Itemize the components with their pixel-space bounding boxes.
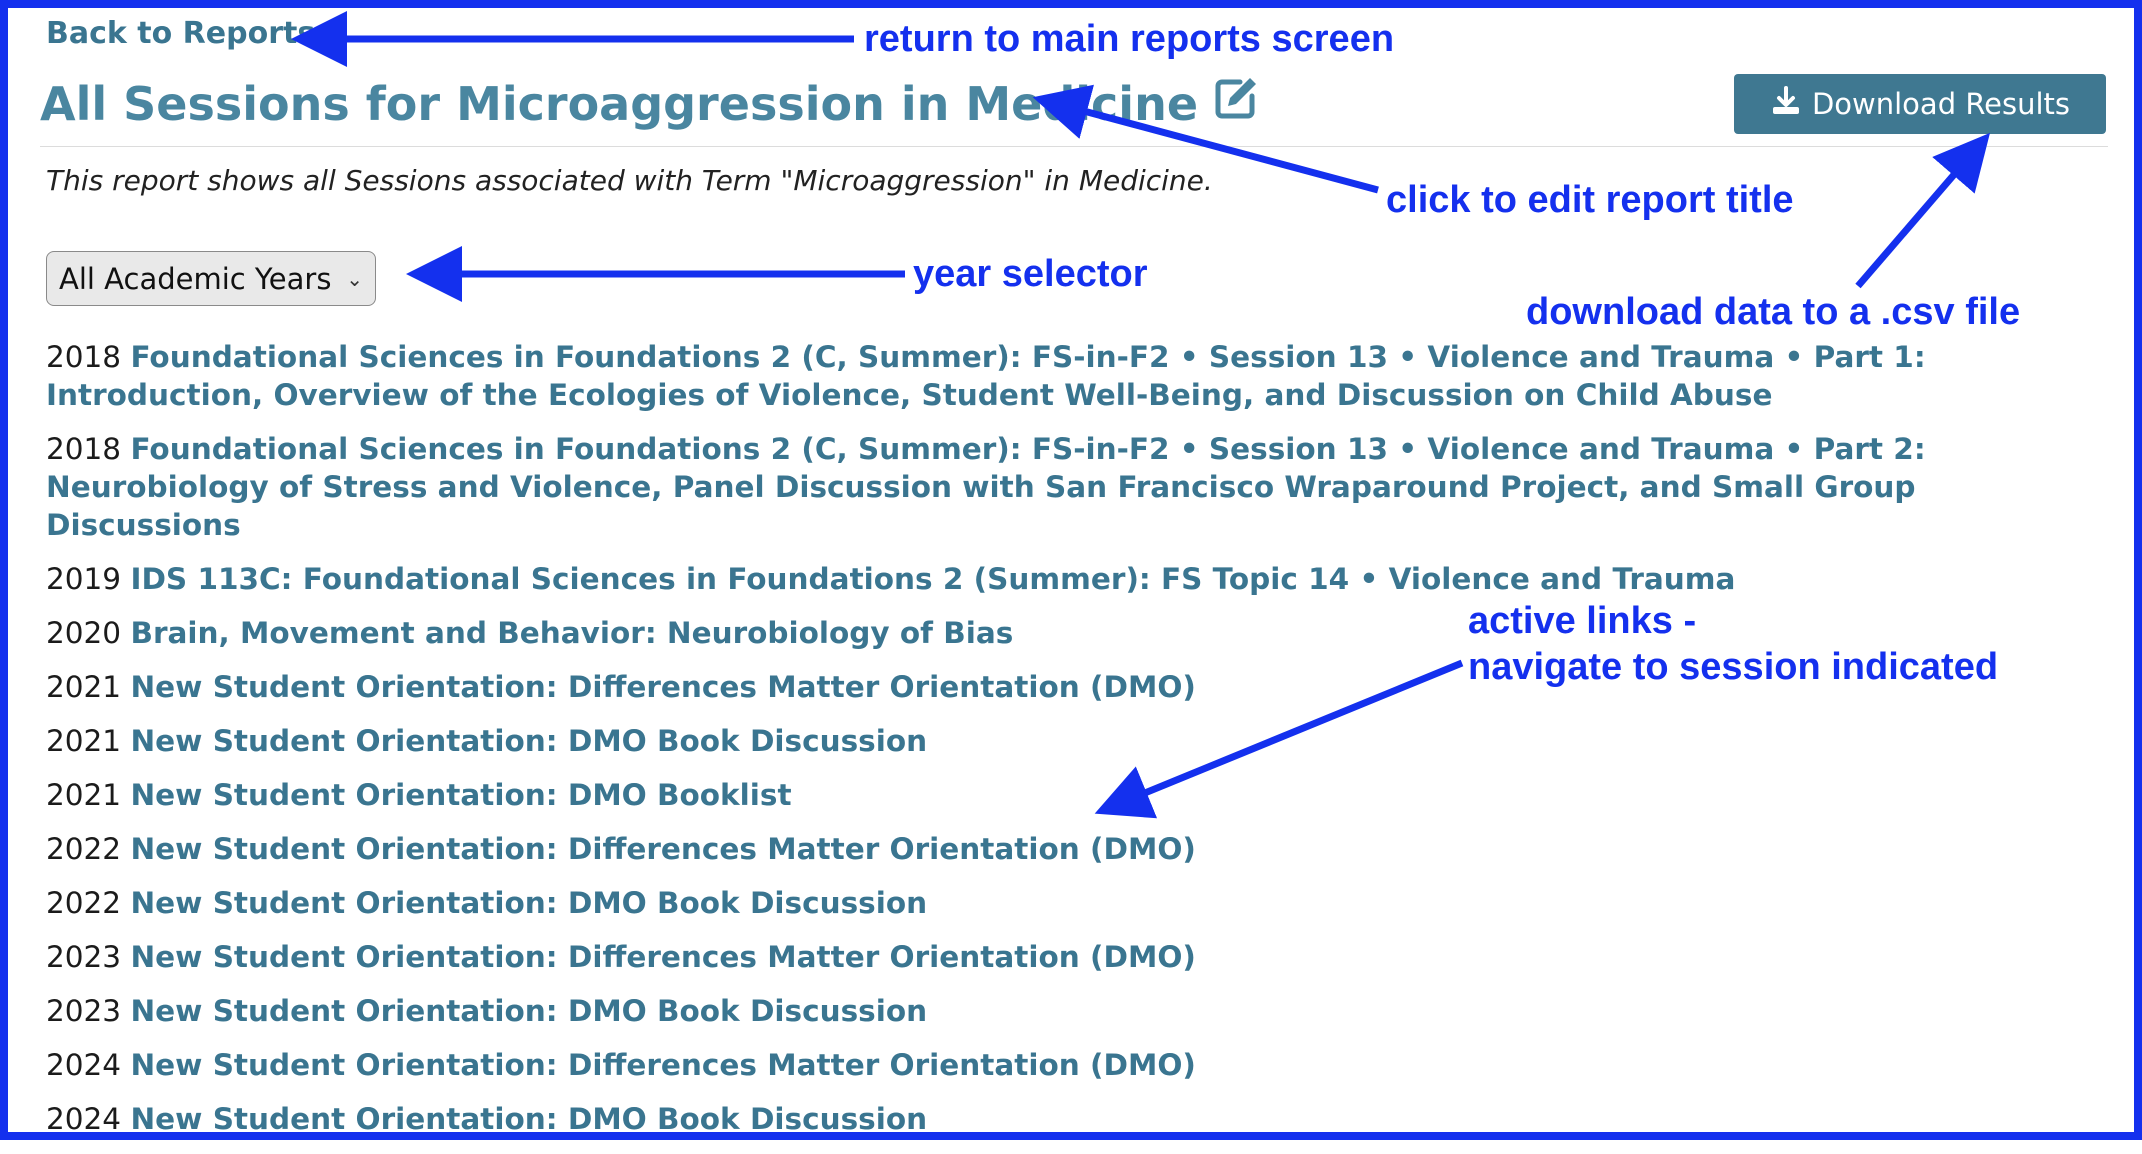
session-year: 2021: [46, 724, 122, 758]
session-link[interactable]: New Student Orientation: DMO Book Discus…: [130, 1102, 927, 1136]
session-list: 2018 Foundational Sciences in Foundation…: [46, 338, 2116, 1154]
session-link[interactable]: Foundational Sciences in Foundations 2 (…: [46, 340, 1926, 412]
session-link[interactable]: New Student Orientation: Differences Mat…: [130, 940, 1195, 974]
session-item: 2022 New Student Orientation: DMO Book D…: [46, 884, 2116, 922]
page-title: All Sessions for Microaggression in Medi…: [40, 74, 1260, 133]
session-link[interactable]: New Student Orientation: Differences Mat…: [130, 1048, 1195, 1082]
year-selector-value: All Academic Years: [59, 261, 332, 296]
session-item: 2024 New Student Orientation: DMO Book D…: [46, 1100, 2116, 1138]
session-link[interactable]: New Student Orientation: Differences Mat…: [130, 832, 1195, 866]
session-year: 2021: [46, 670, 122, 704]
page-title-text: All Sessions for Microaggression in Medi…: [40, 76, 1199, 131]
back-to-reports-link[interactable]: Back to Reports: [46, 16, 315, 51]
annotation-back: return to main reports screen: [864, 18, 1395, 60]
session-item: 2024 New Student Orientation: Difference…: [46, 1046, 2116, 1084]
annotation-links-line2: navigate to session indicated: [1468, 646, 1999, 688]
session-link[interactable]: IDS 113C: Foundational Sciences in Found…: [130, 562, 1735, 596]
session-year: 2024: [46, 1102, 122, 1136]
session-year: 2022: [46, 886, 122, 920]
download-results-label: Download Results: [1811, 87, 2071, 121]
session-link[interactable]: New Student Orientation: DMO Booklist: [130, 778, 791, 812]
session-year: 2019: [46, 562, 122, 596]
session-year: 2018: [46, 432, 122, 466]
session-link[interactable]: Brain, Movement and Behavior: Neurobiolo…: [130, 616, 1013, 650]
session-year: 2021: [46, 778, 122, 812]
chevron-down-icon: ⌄: [346, 266, 363, 291]
download-icon: [1770, 85, 1802, 124]
session-link[interactable]: New Student Orientation: Differences Mat…: [130, 670, 1195, 704]
session-item: 2018 Foundational Sciences in Foundation…: [46, 430, 2116, 544]
session-link[interactable]: Foundational Sciences in Foundations 2 (…: [46, 432, 1926, 542]
annotation-links-line1: active links -: [1468, 600, 1697, 642]
annotation-edit: click to edit report title: [1386, 179, 1794, 221]
session-year: 2023: [46, 940, 122, 974]
report-description: This report shows all Sessions associate…: [46, 164, 1213, 197]
session-item: 2022 New Student Orientation: Difference…: [46, 830, 2116, 868]
session-year: 2023: [46, 994, 122, 1028]
session-item: 2023 New Student Orientation: DMO Book D…: [46, 992, 2116, 1030]
edit-icon[interactable]: [1212, 74, 1260, 133]
annotation-download: download data to a .csv file: [1526, 291, 2021, 333]
session-year: 2022: [46, 832, 122, 866]
session-year: 2024: [46, 1048, 122, 1082]
session-link[interactable]: New Student Orientation: DMO Book Discus…: [130, 886, 927, 920]
session-year: 2018: [46, 340, 122, 374]
session-link[interactable]: New Student Orientation: DMO Book Discus…: [130, 724, 927, 758]
session-item: 2021 New Student Orientation: DMO Bookli…: [46, 776, 2116, 814]
header-divider: [40, 146, 2108, 147]
session-item: 2021 New Student Orientation: DMO Book D…: [46, 722, 2116, 760]
session-item: 2018 Foundational Sciences in Foundation…: [46, 338, 2116, 414]
year-selector[interactable]: All Academic Years ⌄: [46, 251, 376, 306]
session-item: 2023 New Student Orientation: Difference…: [46, 938, 2116, 976]
session-item: 2019 IDS 113C: Foundational Sciences in …: [46, 560, 2116, 598]
annotation-links: active links - navigate to session indic…: [1468, 598, 1998, 690]
annotation-year: year selector: [913, 253, 1148, 295]
session-year: 2020: [46, 616, 122, 650]
download-results-button[interactable]: Download Results: [1734, 74, 2106, 134]
session-link[interactable]: New Student Orientation: DMO Book Discus…: [130, 994, 927, 1028]
